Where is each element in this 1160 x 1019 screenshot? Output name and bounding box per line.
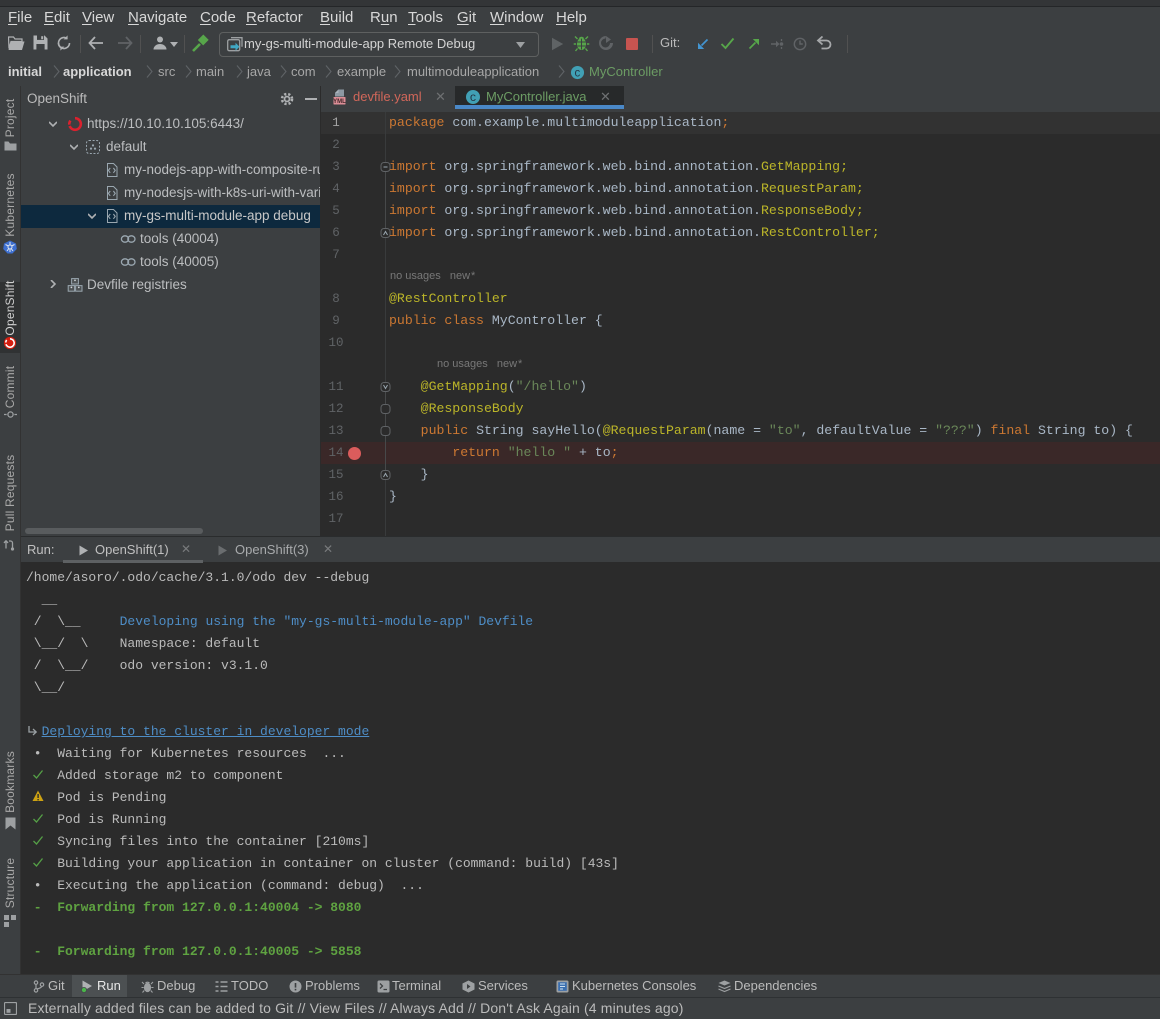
svg-text:YML: YML xyxy=(333,99,346,105)
svg-text:C: C xyxy=(470,93,476,105)
svg-text:C: C xyxy=(575,68,581,79)
